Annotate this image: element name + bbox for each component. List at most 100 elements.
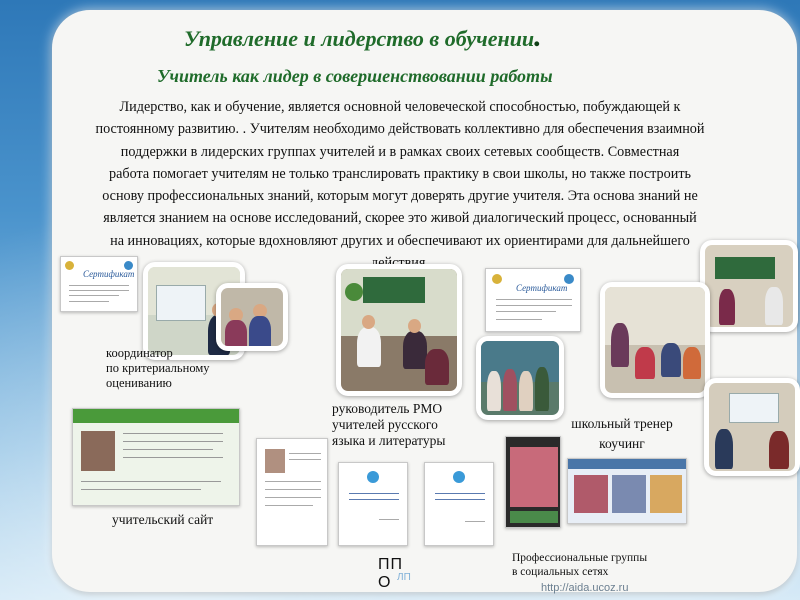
website-text-line	[123, 449, 213, 450]
footer-url: http://aida.ucoz.ru	[541, 582, 629, 594]
photo-blackboard	[715, 257, 775, 279]
photo-person	[715, 429, 733, 469]
photo-screen	[729, 393, 779, 423]
website-text-line	[123, 441, 223, 442]
document-text-line	[349, 493, 399, 494]
caption-ppo-letter: О	[378, 574, 392, 591]
social-post-image	[510, 447, 558, 507]
document-page-right	[424, 462, 494, 546]
body-line: на инновациях, которые вдохновляют други…	[110, 232, 690, 249]
caption-line: учителей русского	[332, 417, 438, 432]
screenshot-social-group	[567, 458, 687, 524]
certificate-middle: Сертификат	[485, 268, 581, 332]
photo-person	[425, 349, 449, 385]
caption-line: оцениванию	[106, 376, 172, 390]
body-line: поддержки в лидерских группах учителей и…	[120, 143, 680, 160]
photo-person	[683, 347, 701, 379]
photo-group-small	[216, 283, 288, 351]
social-post-footer	[510, 511, 558, 523]
logo-icon	[492, 274, 502, 284]
photo-classroom-right-top	[700, 240, 798, 332]
photo-person	[519, 371, 533, 411]
certificate-title: Сертификат	[83, 269, 135, 279]
logo-icon	[367, 471, 379, 483]
photo-person	[357, 327, 381, 367]
caption-line: школьный тренер	[571, 416, 673, 431]
caption-rmo-head: руководитель РМО учителей русского языка…	[332, 401, 445, 449]
photo-person	[403, 331, 427, 369]
document-text-line	[289, 459, 321, 460]
photo-blackboard	[363, 277, 425, 303]
slide-title-text: Управление и лидерство в обучении	[184, 26, 535, 51]
caption-line: руководитель РМО	[332, 401, 443, 416]
certificate-text-line	[69, 290, 129, 291]
certificate-text-line	[496, 299, 572, 300]
website-header	[73, 409, 239, 423]
body-line: Лидерство, как и обучение, является осно…	[119, 99, 681, 115]
certificate-title: Сертификат	[516, 283, 568, 293]
certificate-left: Сертификат	[60, 256, 138, 312]
screenshot-social-phone	[505, 436, 561, 528]
document-text-line	[265, 497, 321, 498]
photo-classroom-right-bottom	[704, 378, 800, 476]
photo-person	[765, 287, 783, 325]
caption-line: в социальных сетях	[512, 566, 609, 578]
caption-line: Профессиональные группы	[512, 552, 648, 564]
document-text-line	[265, 505, 313, 506]
photo-person	[769, 431, 789, 469]
certificate-text-line	[496, 311, 556, 312]
website-text-line	[123, 457, 223, 458]
caption-line: по критериальному	[106, 361, 210, 375]
caption-line: коучинг	[599, 436, 645, 451]
caption-line: координатор	[106, 346, 173, 360]
social-post-image	[612, 475, 646, 513]
caption-line: языка и литературы	[332, 433, 446, 448]
certificate-text-line	[69, 295, 119, 296]
document-text-line	[435, 493, 485, 494]
caption-ppo-ghost: ЛП	[397, 572, 411, 583]
photo-group-standing	[476, 336, 564, 420]
slide-title-dot: .	[534, 20, 542, 53]
caption-ppo-letter: П	[390, 556, 403, 573]
photo-person	[611, 323, 629, 367]
caption-school-trainer: школьный тренер коучинг	[570, 414, 674, 454]
certificate-text-line	[496, 319, 542, 320]
document-image	[265, 449, 285, 473]
photo-person	[503, 369, 517, 411]
photo-person	[535, 367, 549, 411]
body-line: работа помогает учителям не только транс…	[108, 165, 692, 182]
caption-coordinator: координатор по критериальному оцениванию	[106, 346, 210, 391]
certificate-text-line	[69, 301, 109, 302]
body-line: основу профессиональных знаний, которым …	[102, 188, 698, 205]
document-text-line	[379, 519, 399, 520]
slide-subtitle: Учитель как лидер в совершенствовании ра…	[157, 66, 553, 86]
photo-plant	[345, 283, 363, 301]
photo-classroom-meeting	[336, 264, 462, 396]
document-page-left	[256, 438, 328, 546]
document-text-line	[265, 489, 321, 490]
photo-person	[225, 320, 247, 346]
logo-icon	[65, 261, 74, 270]
social-header	[568, 459, 686, 469]
document-text-line	[435, 499, 485, 500]
social-post-image	[574, 475, 608, 513]
body-line: постоянному развитию. . Учителям необход…	[95, 121, 705, 138]
social-post-image	[650, 475, 682, 513]
body-line: является знанием на основе исследований,…	[103, 210, 697, 227]
photo-person-head	[362, 315, 375, 329]
document-text-line	[465, 521, 485, 522]
certificate-text-line	[69, 285, 129, 286]
website-text-line	[81, 481, 221, 482]
screenshot-teacher-website	[72, 408, 240, 506]
caption-social-groups: Профессиональные группы в социальных сет…	[512, 551, 647, 579]
document-text-line	[289, 453, 321, 454]
caption-teacher-site: учительский сайт	[112, 512, 214, 527]
document-page-middle	[338, 462, 408, 546]
certificate-text-line	[496, 305, 572, 306]
body-paragraph: Лидерство, как и обучение, является осно…	[62, 96, 738, 274]
document-text-line	[349, 499, 399, 500]
slide-title: Управление и лидерство в обучении.	[184, 20, 624, 54]
caption-ppo-letter: П	[378, 556, 391, 573]
photo-person-head	[408, 319, 421, 333]
photo-screen	[156, 285, 206, 321]
